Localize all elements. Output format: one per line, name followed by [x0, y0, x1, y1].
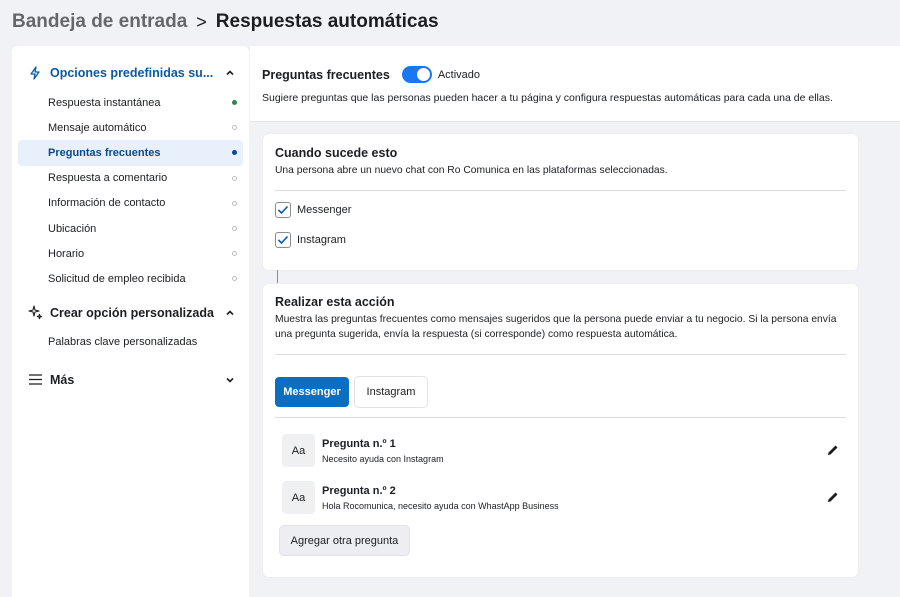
question-text: Hola Rocomunica, necesito ayuda con Whas…	[322, 500, 559, 511]
toggle-state-label: Activado	[437, 68, 481, 81]
trigger-subtitle: Una persona abre un nuevo chat con Ro Co…	[275, 165, 668, 176]
faq-title: Preguntas frecuentes	[262, 67, 390, 82]
action-subtitle-line: una pregunta sugerida, envía la respuest…	[275, 329, 678, 340]
chevron-up-icon[interactable]	[223, 306, 237, 320]
status-dot-inactive	[232, 276, 237, 282]
tab-instagram[interactable]: Instagram	[355, 377, 427, 407]
status-dot-inactive	[232, 226, 237, 232]
chevron-down-icon[interactable]	[223, 373, 237, 387]
sidebar-item-instant-reply[interactable]: Respuesta instantánea	[18, 90, 243, 115]
sidebar-item-label: Palabras clave personalizadas	[48, 336, 198, 349]
pencil-icon[interactable]	[826, 490, 840, 504]
toggle-knob	[416, 68, 430, 81]
chevron-up-icon[interactable]	[223, 66, 237, 80]
status-dot-active	[232, 100, 237, 106]
flow-connector-line	[277, 270, 278, 284]
action-subtitle-line: Muestra las preguntas frecuentes como me…	[275, 314, 837, 325]
question-text: Necesito ayuda con Instagram	[322, 453, 444, 464]
checkbox-checked[interactable]	[275, 202, 291, 218]
predefined-options-list: Respuesta instantánea Mensaje automático…	[12, 90, 249, 292]
trigger-card: Cuando sucede esto Una persona abre un n…	[263, 134, 858, 270]
faq-description: Sugiere preguntas que las personas puede…	[262, 92, 833, 104]
sidebar-section-custom[interactable]: Crear opción personalizada	[12, 300, 249, 326]
sidebar-item-label: Información de contacto	[48, 197, 166, 210]
sidebar-item-label: Horario	[48, 247, 85, 260]
question-item: Aa Pregunta n.º 2 Hola Rocomunica, neces…	[275, 481, 846, 514]
action-card: Realizar esta acción Muestra las pregunt…	[263, 284, 858, 577]
sidebar-item-label: Mensaje automático	[48, 121, 147, 134]
sidebar-item-hours[interactable]: Horario	[18, 241, 243, 266]
menu-icon	[26, 371, 44, 389]
sidebar-item-faq[interactable]: Preguntas frecuentes	[18, 140, 243, 166]
sidebar-item-job-application[interactable]: Solicitud de empleo recibida	[18, 266, 243, 291]
instagram-checkbox-row[interactable]: Instagram	[275, 231, 846, 249]
breadcrumb-parent-link[interactable]: Bandeja de entrada	[12, 11, 187, 33]
divider	[275, 354, 846, 355]
status-dot-inactive	[232, 175, 237, 181]
status-dot-active	[232, 150, 237, 156]
sidebar-section-label: Más	[50, 372, 75, 387]
status-dot-inactive	[232, 251, 237, 257]
page-title: Respuestas automáticas	[215, 11, 439, 32]
action-title: Realizar esta acción	[275, 295, 395, 309]
breadcrumb: Bandeja de entrada > Respuestas automáti…	[0, 0, 900, 44]
sidebar-section-predefined[interactable]: Opciones predefinidas su...	[12, 60, 249, 86]
sidebar-item-label: Ubicación	[48, 222, 97, 235]
sidebar-item-custom-keywords[interactable]: Palabras clave personalizadas	[18, 330, 243, 355]
sidebar-item-comment-reply[interactable]: Respuesta a comentario	[18, 166, 243, 191]
divider	[275, 190, 846, 191]
instagram-checkbox-label: Instagram	[297, 234, 346, 246]
question-title: Pregunta n.º 2	[322, 484, 396, 497]
pencil-icon[interactable]	[826, 443, 840, 457]
checkbox-checked[interactable]	[275, 232, 291, 248]
sidebar-item-label: Solicitud de empleo recibida	[48, 272, 186, 285]
action-subtitle: Muestra las preguntas frecuentes como me…	[275, 312, 846, 342]
sidebar-section-label: Opciones predefinidas su...	[50, 66, 214, 80]
trigger-title: Cuando sucede esto	[275, 146, 398, 160]
question-item: Aa Pregunta n.º 1 Necesito ayuda con Ins…	[275, 434, 846, 467]
breadcrumb-separator: >	[196, 11, 207, 32]
messenger-checkbox-row[interactable]: Messenger	[275, 201, 846, 219]
sidebar-item-away-message[interactable]: Mensaje automático	[18, 115, 243, 140]
text-format-icon: Aa	[282, 434, 315, 467]
faq-header: Preguntas frecuentes Activado Sugiere pr…	[250, 46, 900, 122]
status-dot-inactive	[232, 125, 237, 131]
tab-messenger[interactable]: Messenger	[275, 377, 349, 407]
platform-tabs: Messenger Instagram	[275, 377, 846, 407]
sidebar-section-label: Crear opción personalizada	[50, 305, 214, 320]
sidebar-item-location[interactable]: Ubicación	[18, 216, 243, 241]
faq-toggle[interactable]	[401, 66, 432, 83]
messenger-checkbox-label: Messenger	[297, 204, 352, 216]
sidebar-item-label: Respuesta instantánea	[48, 96, 161, 109]
divider	[275, 417, 846, 418]
sidebar-item-label: Preguntas frecuentes	[48, 146, 161, 159]
sidebar-item-contact-info[interactable]: Información de contacto	[18, 191, 243, 216]
add-question-button[interactable]: Agregar otra pregunta	[280, 526, 409, 555]
sidebar: Opciones predefinidas su... Respuesta in…	[12, 46, 249, 597]
sparkle-icon	[26, 304, 44, 322]
text-format-icon: Aa	[282, 481, 315, 514]
sidebar-item-label: Respuesta a comentario	[48, 172, 168, 185]
lightning-icon	[26, 64, 44, 82]
sidebar-section-more[interactable]: Más	[12, 367, 249, 393]
status-dot-inactive	[232, 200, 237, 206]
question-title: Pregunta n.º 1	[322, 437, 396, 450]
custom-options-list: Palabras clave personalizadas	[12, 330, 249, 355]
